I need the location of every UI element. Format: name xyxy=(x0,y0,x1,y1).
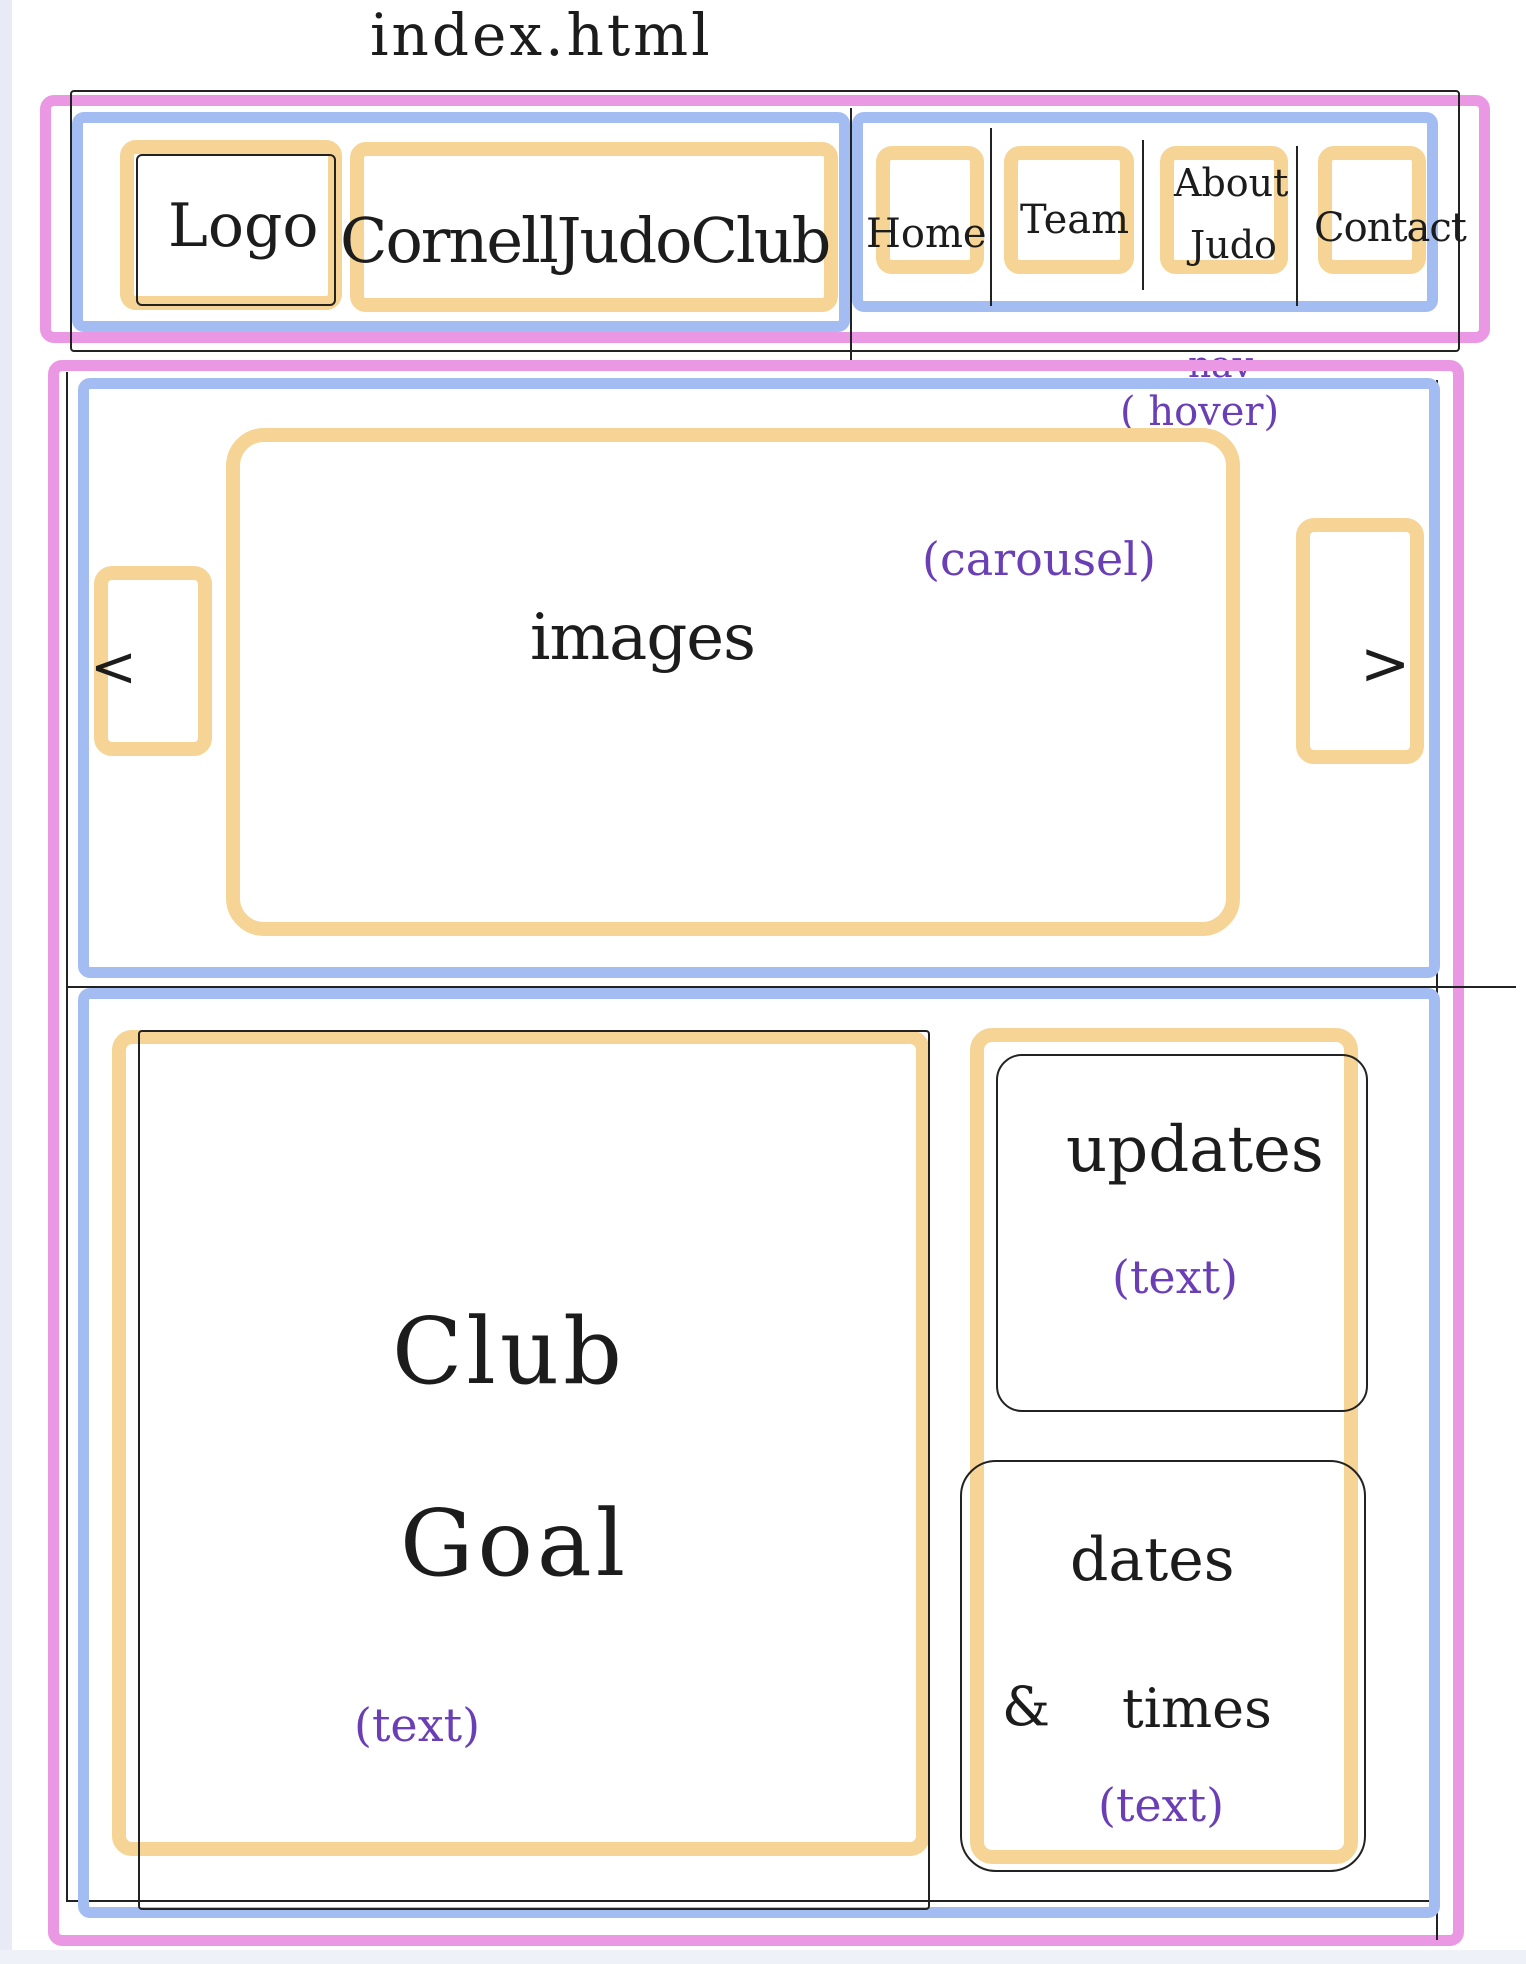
chevron-right-icon: > xyxy=(1360,629,1411,699)
left-margin xyxy=(0,0,12,1964)
chevron-left-icon: < xyxy=(90,635,137,700)
dates-note: (text) xyxy=(1098,1778,1225,1832)
nav-item-about-label-1: About xyxy=(1174,161,1289,205)
nav-divider xyxy=(1296,146,1298,306)
logo: Logo xyxy=(168,191,319,261)
dates-ampersand: & xyxy=(1002,1675,1051,1738)
nav-divider xyxy=(1142,140,1144,290)
updates-panel xyxy=(996,1054,1368,1412)
bottom-margin xyxy=(0,1950,1526,1964)
main-left-ink xyxy=(66,372,68,1902)
carousel-note: (carousel) xyxy=(922,532,1156,586)
nav-divider xyxy=(990,128,992,306)
page-title: index.html xyxy=(370,1,713,69)
nav-item-about-label-2: Judo xyxy=(1190,223,1277,267)
updates-note: (text) xyxy=(1112,1250,1239,1304)
nav-item-contact-label: Contact xyxy=(1314,205,1467,251)
club-goal-heading-1: Club xyxy=(392,1298,626,1405)
brand-title: CornellJudoClub xyxy=(340,204,831,277)
nav-item-team-label: Team xyxy=(1020,197,1130,243)
club-goal-ink-panel xyxy=(138,1030,930,1910)
dates-heading: dates xyxy=(1070,1525,1235,1595)
club-goal-heading-2: Goal xyxy=(400,1490,630,1597)
carousel-images-label: images xyxy=(530,601,756,675)
carousel-image-frame xyxy=(226,428,1240,936)
nav-item-home-label: Home xyxy=(866,211,987,257)
dates-heading-2: times xyxy=(1122,1677,1272,1740)
header-divider xyxy=(850,108,852,370)
club-goal-note: (text) xyxy=(354,1698,481,1752)
updates-heading: updates xyxy=(1066,1113,1324,1187)
